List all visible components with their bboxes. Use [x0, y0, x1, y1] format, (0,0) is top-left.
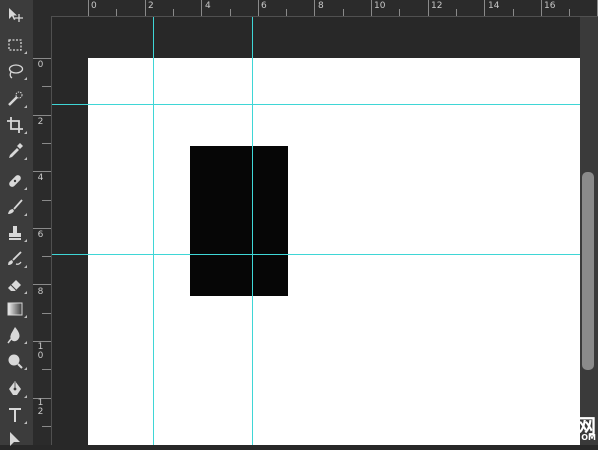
submenu-indicator-icon — [24, 213, 27, 216]
ruler-label: 14 — [488, 1, 500, 11]
horizontal-guide[interactable] — [52, 104, 580, 105]
path-selection-tool-icon — [10, 432, 20, 446]
clone-stamp-tool-icon — [9, 226, 21, 240]
healing-brush-tool-icon — [9, 175, 21, 187]
gradient-tool-icon — [7, 302, 23, 316]
ruler-label: 8 — [318, 1, 324, 11]
vertical-ruler[interactable]: 0 2 4 6 8 1 0 1 2 — [33, 17, 52, 445]
ruler-label: 8 — [37, 287, 44, 297]
submenu-indicator-icon — [24, 291, 27, 294]
pen-tool-icon — [9, 381, 21, 395]
eraser-tool-icon — [8, 280, 21, 291]
dodge-tool-icon — [8, 354, 23, 369]
site-watermark: 网 OM — [576, 416, 596, 442]
ruler-label: 4 — [205, 1, 211, 11]
ruler-label: 10 — [374, 1, 386, 11]
horizontal-ruler-ticks — [88, 0, 598, 16]
crop-tool[interactable] — [3, 114, 27, 136]
horizontal-ruler[interactable]: 0 2 4 6 8 10 12 14 16 — [51, 0, 598, 17]
crop-tool-icon — [7, 117, 23, 133]
submenu-indicator-icon — [24, 265, 27, 268]
horizontal-guide[interactable] — [52, 254, 580, 255]
pen-tool[interactable] — [3, 378, 27, 400]
quick-selection-tool-icon — [8, 91, 23, 106]
marquee-tool-icon — [8, 39, 22, 51]
submenu-indicator-icon — [24, 157, 27, 160]
submenu-indicator-icon — [24, 421, 27, 424]
history-brush-tool[interactable] — [3, 248, 27, 270]
submenu-indicator-icon — [24, 341, 27, 344]
type-tool[interactable] — [3, 404, 27, 426]
ruler-label: 1 0 — [37, 342, 44, 361]
submenu-indicator-icon — [24, 105, 27, 108]
path-selection-tool[interactable] — [3, 428, 27, 450]
vertical-guide[interactable] — [153, 17, 154, 445]
gradient-tool[interactable] — [3, 298, 27, 320]
ruler-label: 2 — [37, 117, 44, 127]
submenu-indicator-icon — [24, 131, 27, 134]
submenu-indicator-icon — [24, 395, 27, 398]
submenu-indicator-icon — [24, 51, 27, 54]
document-canvas[interactable] — [88, 58, 580, 445]
brush-tool-icon — [8, 199, 23, 214]
blur-tool-icon — [7, 327, 20, 344]
submenu-indicator-icon — [24, 77, 27, 80]
ruler-label: 0 — [37, 60, 44, 70]
submenu-indicator-icon — [24, 239, 27, 242]
ruler-label: 6 — [37, 230, 44, 240]
ruler-label: 4 — [37, 173, 44, 183]
lasso-tool-icon — [8, 64, 24, 79]
ruler-origin[interactable] — [33, 0, 52, 18]
ruler-label: 0 — [91, 1, 97, 11]
submenu-indicator-icon — [24, 315, 27, 318]
tools-panel — [0, 0, 34, 446]
history-brush-tool-icon — [8, 251, 22, 265]
ruler-label: 16 — [544, 1, 556, 11]
eraser-tool[interactable] — [3, 274, 27, 296]
ruler-label: 1 2 — [37, 398, 44, 417]
ruler-label: 12 — [431, 1, 443, 11]
marquee-tool[interactable] — [3, 34, 27, 56]
eyedropper-tool-icon — [9, 143, 23, 158]
vertical-guide[interactable] — [252, 17, 253, 445]
vertical-scrollbar[interactable] — [580, 17, 598, 445]
healing-brush-tool[interactable] — [3, 170, 27, 192]
submenu-indicator-icon — [24, 187, 27, 190]
move-tool[interactable] — [3, 4, 27, 26]
ruler-label: 2 — [148, 1, 154, 11]
submenu-indicator-icon — [24, 367, 27, 370]
scrollbar-thumb[interactable] — [582, 172, 594, 370]
clone-stamp-tool[interactable] — [3, 222, 27, 244]
black-rectangle-shape[interactable] — [190, 146, 288, 296]
blur-tool[interactable] — [3, 324, 27, 346]
eyedropper-tool[interactable] — [3, 140, 27, 162]
move-tool-icon — [9, 8, 23, 22]
type-tool-icon — [9, 408, 21, 422]
ruler-label: 6 — [261, 1, 267, 11]
dodge-tool[interactable] — [3, 350, 27, 372]
brush-tool[interactable] — [3, 196, 27, 218]
lasso-tool[interactable] — [3, 60, 27, 82]
quick-selection-tool[interactable] — [3, 88, 27, 110]
canvas-workspace[interactable] — [52, 17, 580, 445]
